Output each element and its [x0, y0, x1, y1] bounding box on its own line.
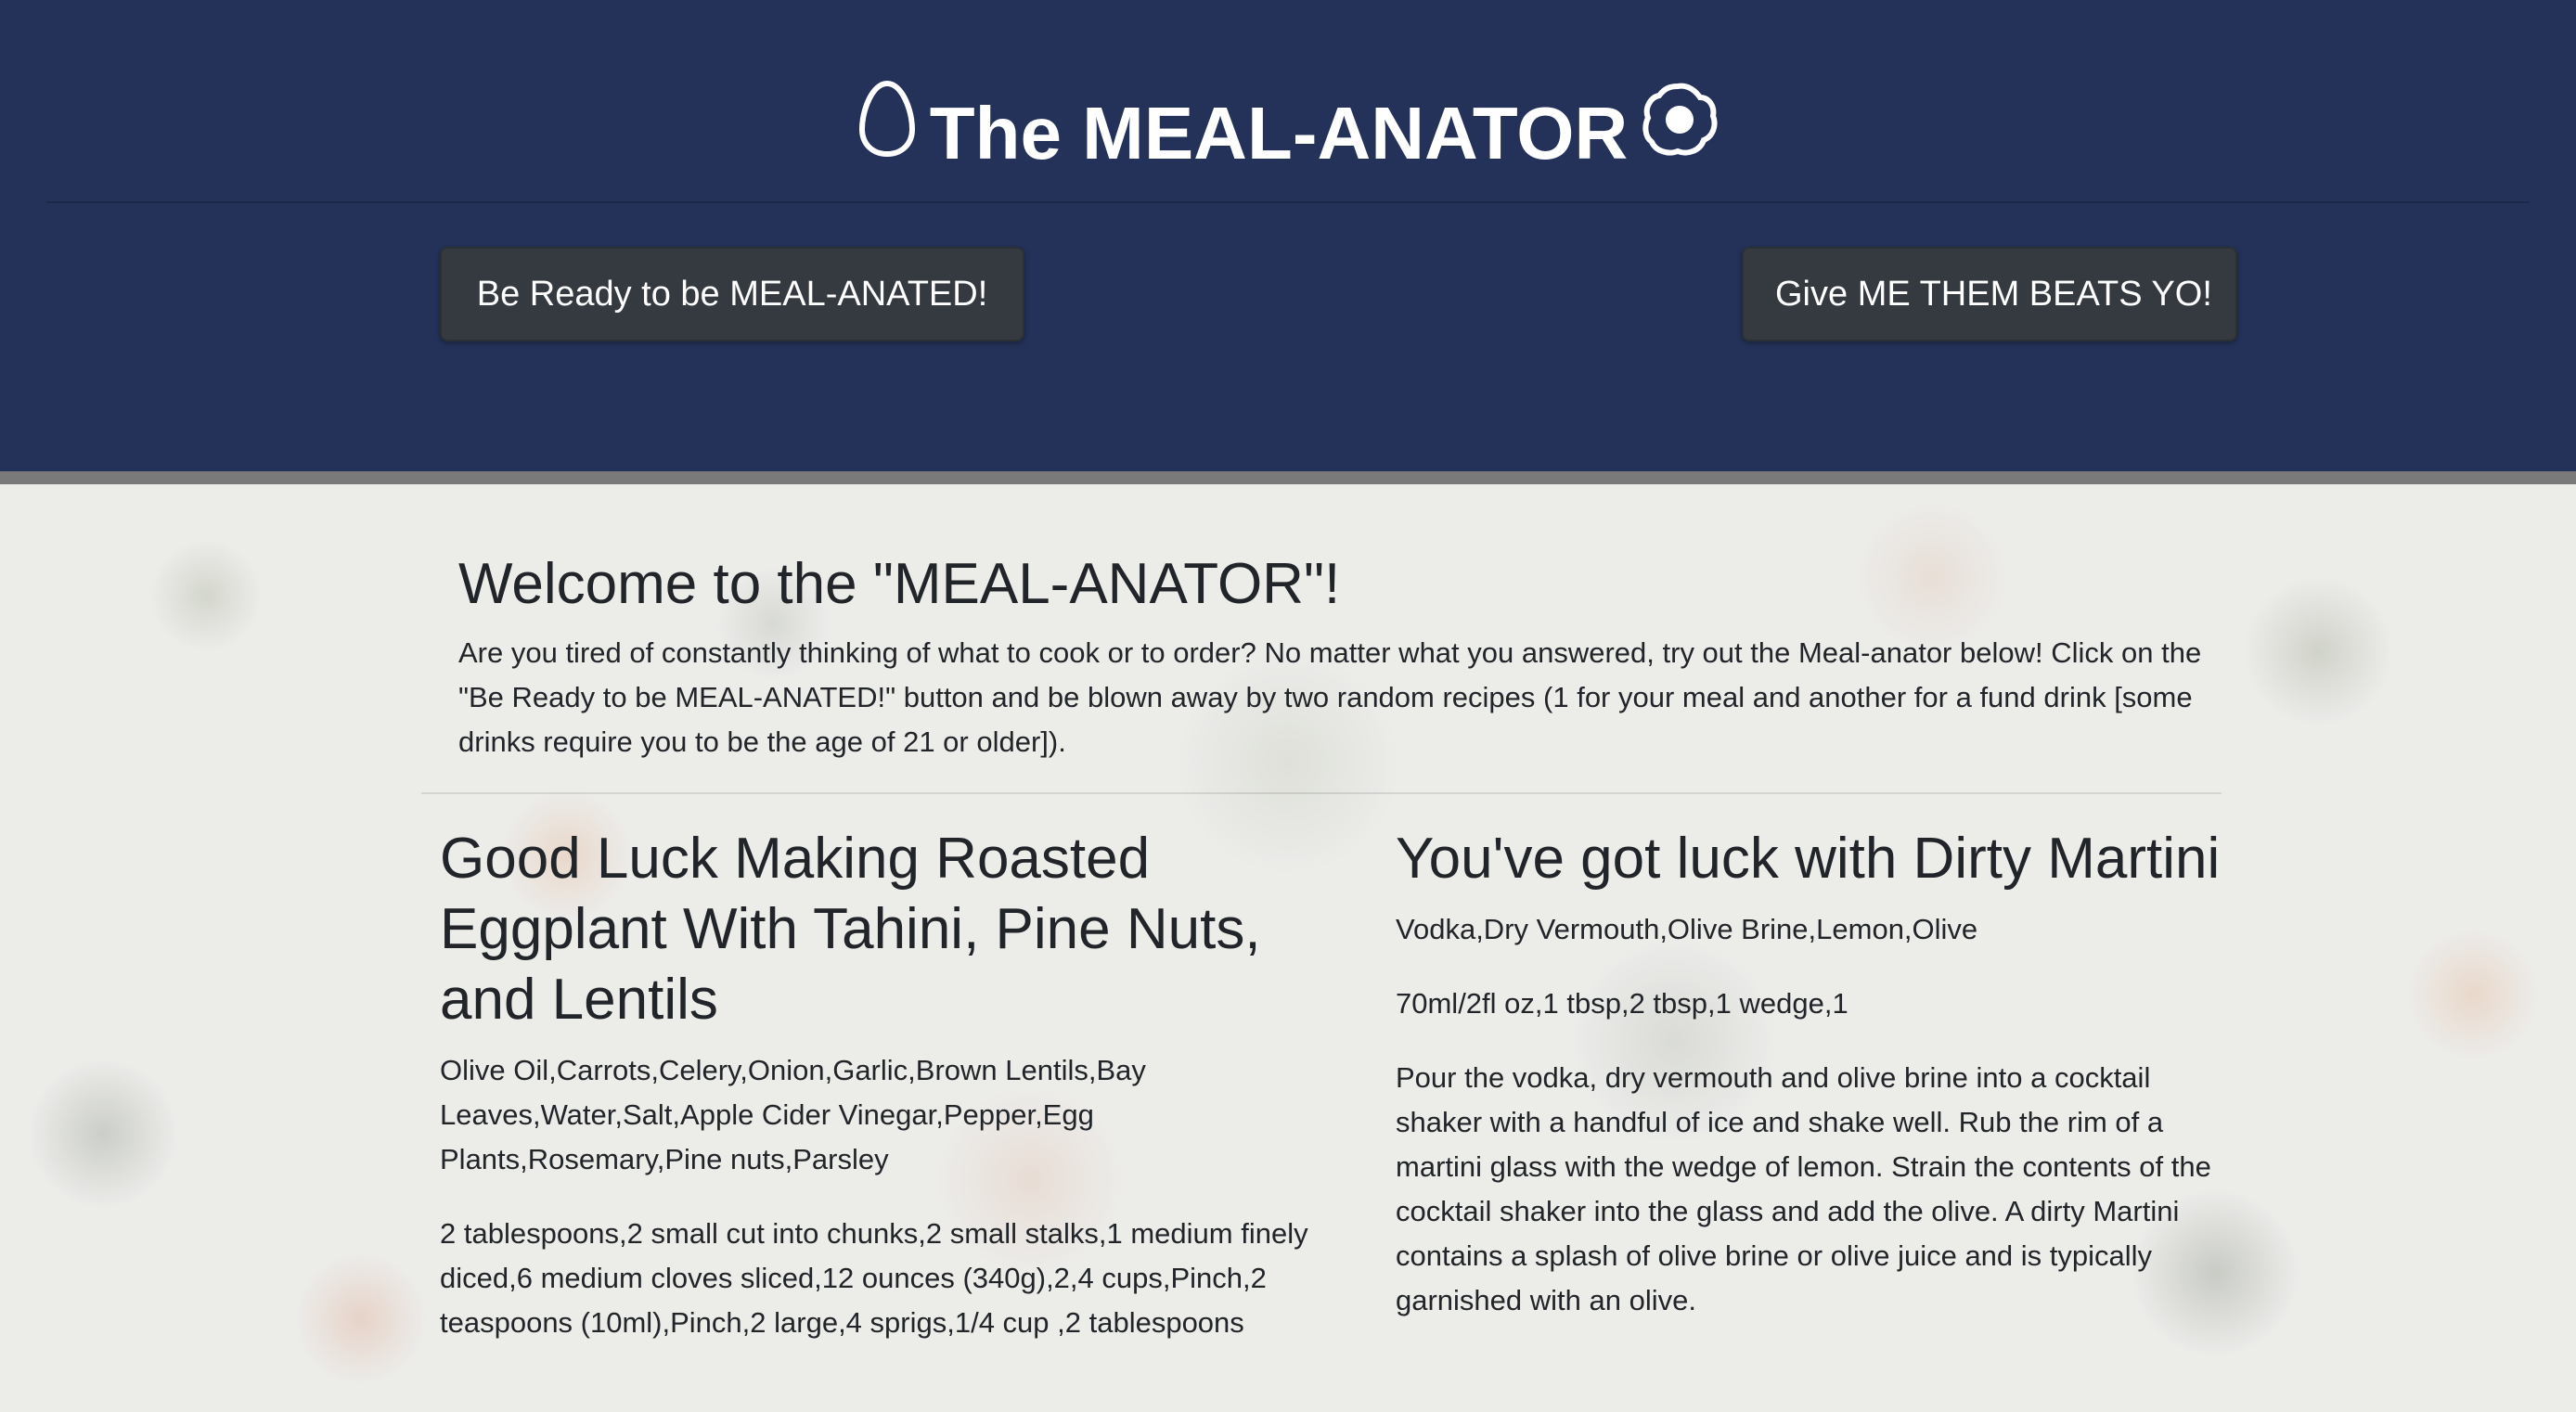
header: The MEAL-ANATOR Be Ready to be MEAL-ANAT… — [0, 0, 2576, 471]
welcome-text: Are you tired of constantly thinking of … — [458, 636, 2202, 758]
drink-instructions: Pour the vodka, dry vermouth and olive b… — [1396, 1061, 2211, 1316]
fried-egg-icon — [1641, 78, 1719, 189]
egg-icon — [857, 78, 917, 189]
drink-ingredients: Vodka,Dry Vermouth,Olive Brine,Lemon,Oli… — [1396, 913, 1978, 945]
page-title: The MEAL-ANATOR — [929, 91, 1629, 174]
meal-ingredients: Olive Oil,Carrots,Celery,Onion,Garlic,Br… — [440, 1054, 1146, 1175]
brand: The MEAL-ANATOR — [0, 72, 2576, 189]
content-divider — [421, 792, 2222, 794]
meal-recipe: Good Luck Making Roasted Eggplant With T… — [440, 824, 1312, 1375]
drink-recipe: You've got luck with Dirty Martini Vodka… — [1396, 824, 2231, 1353]
welcome-title: Welcome to the "MEAL-ANATOR"! — [458, 552, 1341, 616]
meal-title: Good Luck Making Roasted Eggplant With T… — [440, 827, 1261, 1032]
beats-button[interactable]: Give ME THEM BEATS YO! — [1742, 247, 2237, 341]
main-content: Welcome to the "MEAL-ANATOR"! Are you ti… — [0, 484, 2576, 1412]
section-separator — [0, 471, 2576, 484]
header-divider — [46, 201, 2530, 203]
drink-measures: 70ml/2fl oz,1 tbsp,2 tbsp,1 wedge,1 — [1396, 987, 1848, 1020]
meal-measures: 2 tablespoons,2 small cut into chunks,2 … — [440, 1217, 1308, 1339]
meal-anate-button[interactable]: Be Ready to be MEAL-ANATED! — [440, 247, 1024, 341]
drink-title: You've got luck with Dirty Martini — [1396, 827, 2221, 891]
